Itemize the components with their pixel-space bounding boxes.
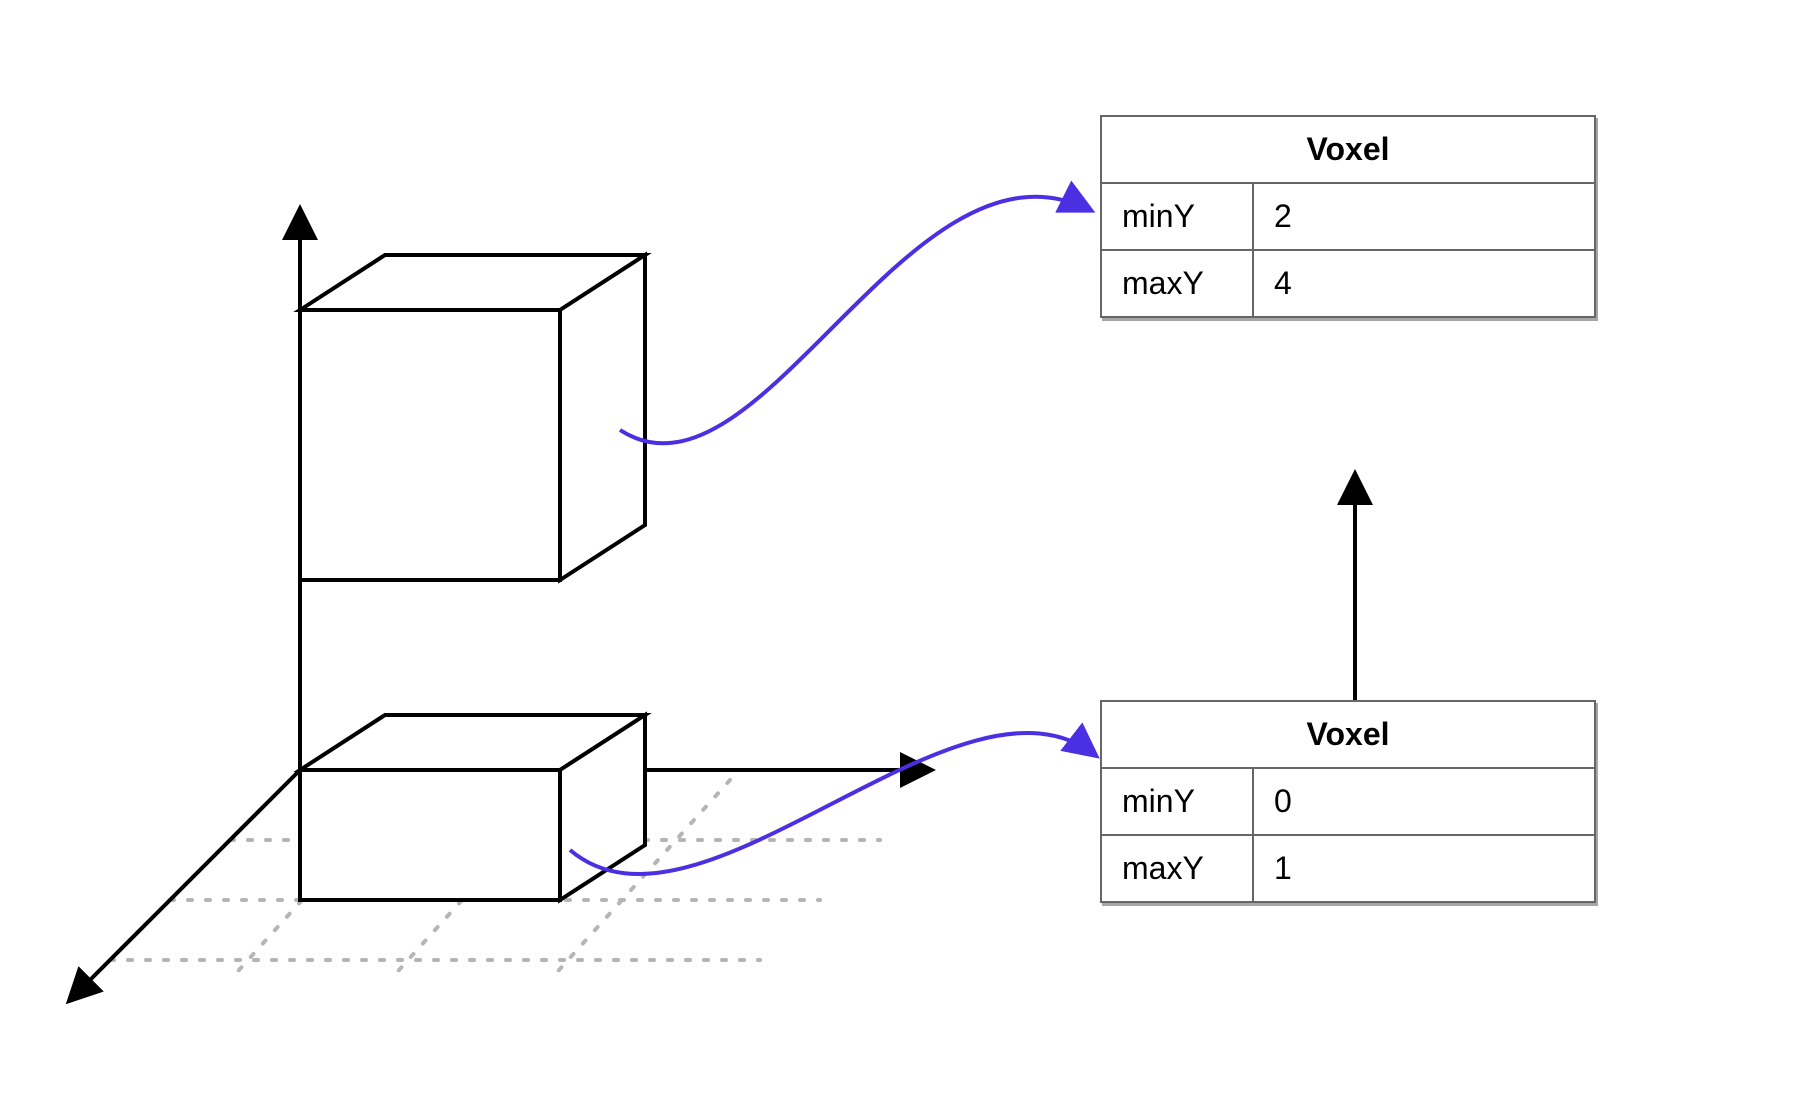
voxel-table-bottom-title: Voxel (1101, 701, 1595, 768)
voxel-table-bottom: Voxel minY 0 maxY 1 (1100, 700, 1596, 903)
voxel-table-top-title: Voxel (1101, 116, 1595, 183)
voxel-table-bottom-row0-val: 0 (1253, 768, 1595, 835)
curve-arrow-top (620, 197, 1090, 444)
upper-voxel-cube (300, 255, 645, 580)
voxel-table-bottom-row1-val: 1 (1253, 835, 1595, 902)
voxel-table-top: Voxel minY 2 maxY 4 (1100, 115, 1596, 318)
voxel-table-top-row1-val: 4 (1253, 250, 1595, 317)
voxel-table-top-row0-val: 2 (1253, 183, 1595, 250)
voxel-table-bottom-row1-key: maxY (1101, 835, 1253, 902)
voxel-table-bottom-row0-key: minY (1101, 768, 1253, 835)
voxel-table-top-row0-key: minY (1101, 183, 1253, 250)
curve-arrow-bottom (570, 733, 1095, 874)
lower-voxel-cube (300, 715, 645, 900)
voxel-table-top-row1-key: maxY (1101, 250, 1253, 317)
axis-z (70, 770, 300, 1000)
